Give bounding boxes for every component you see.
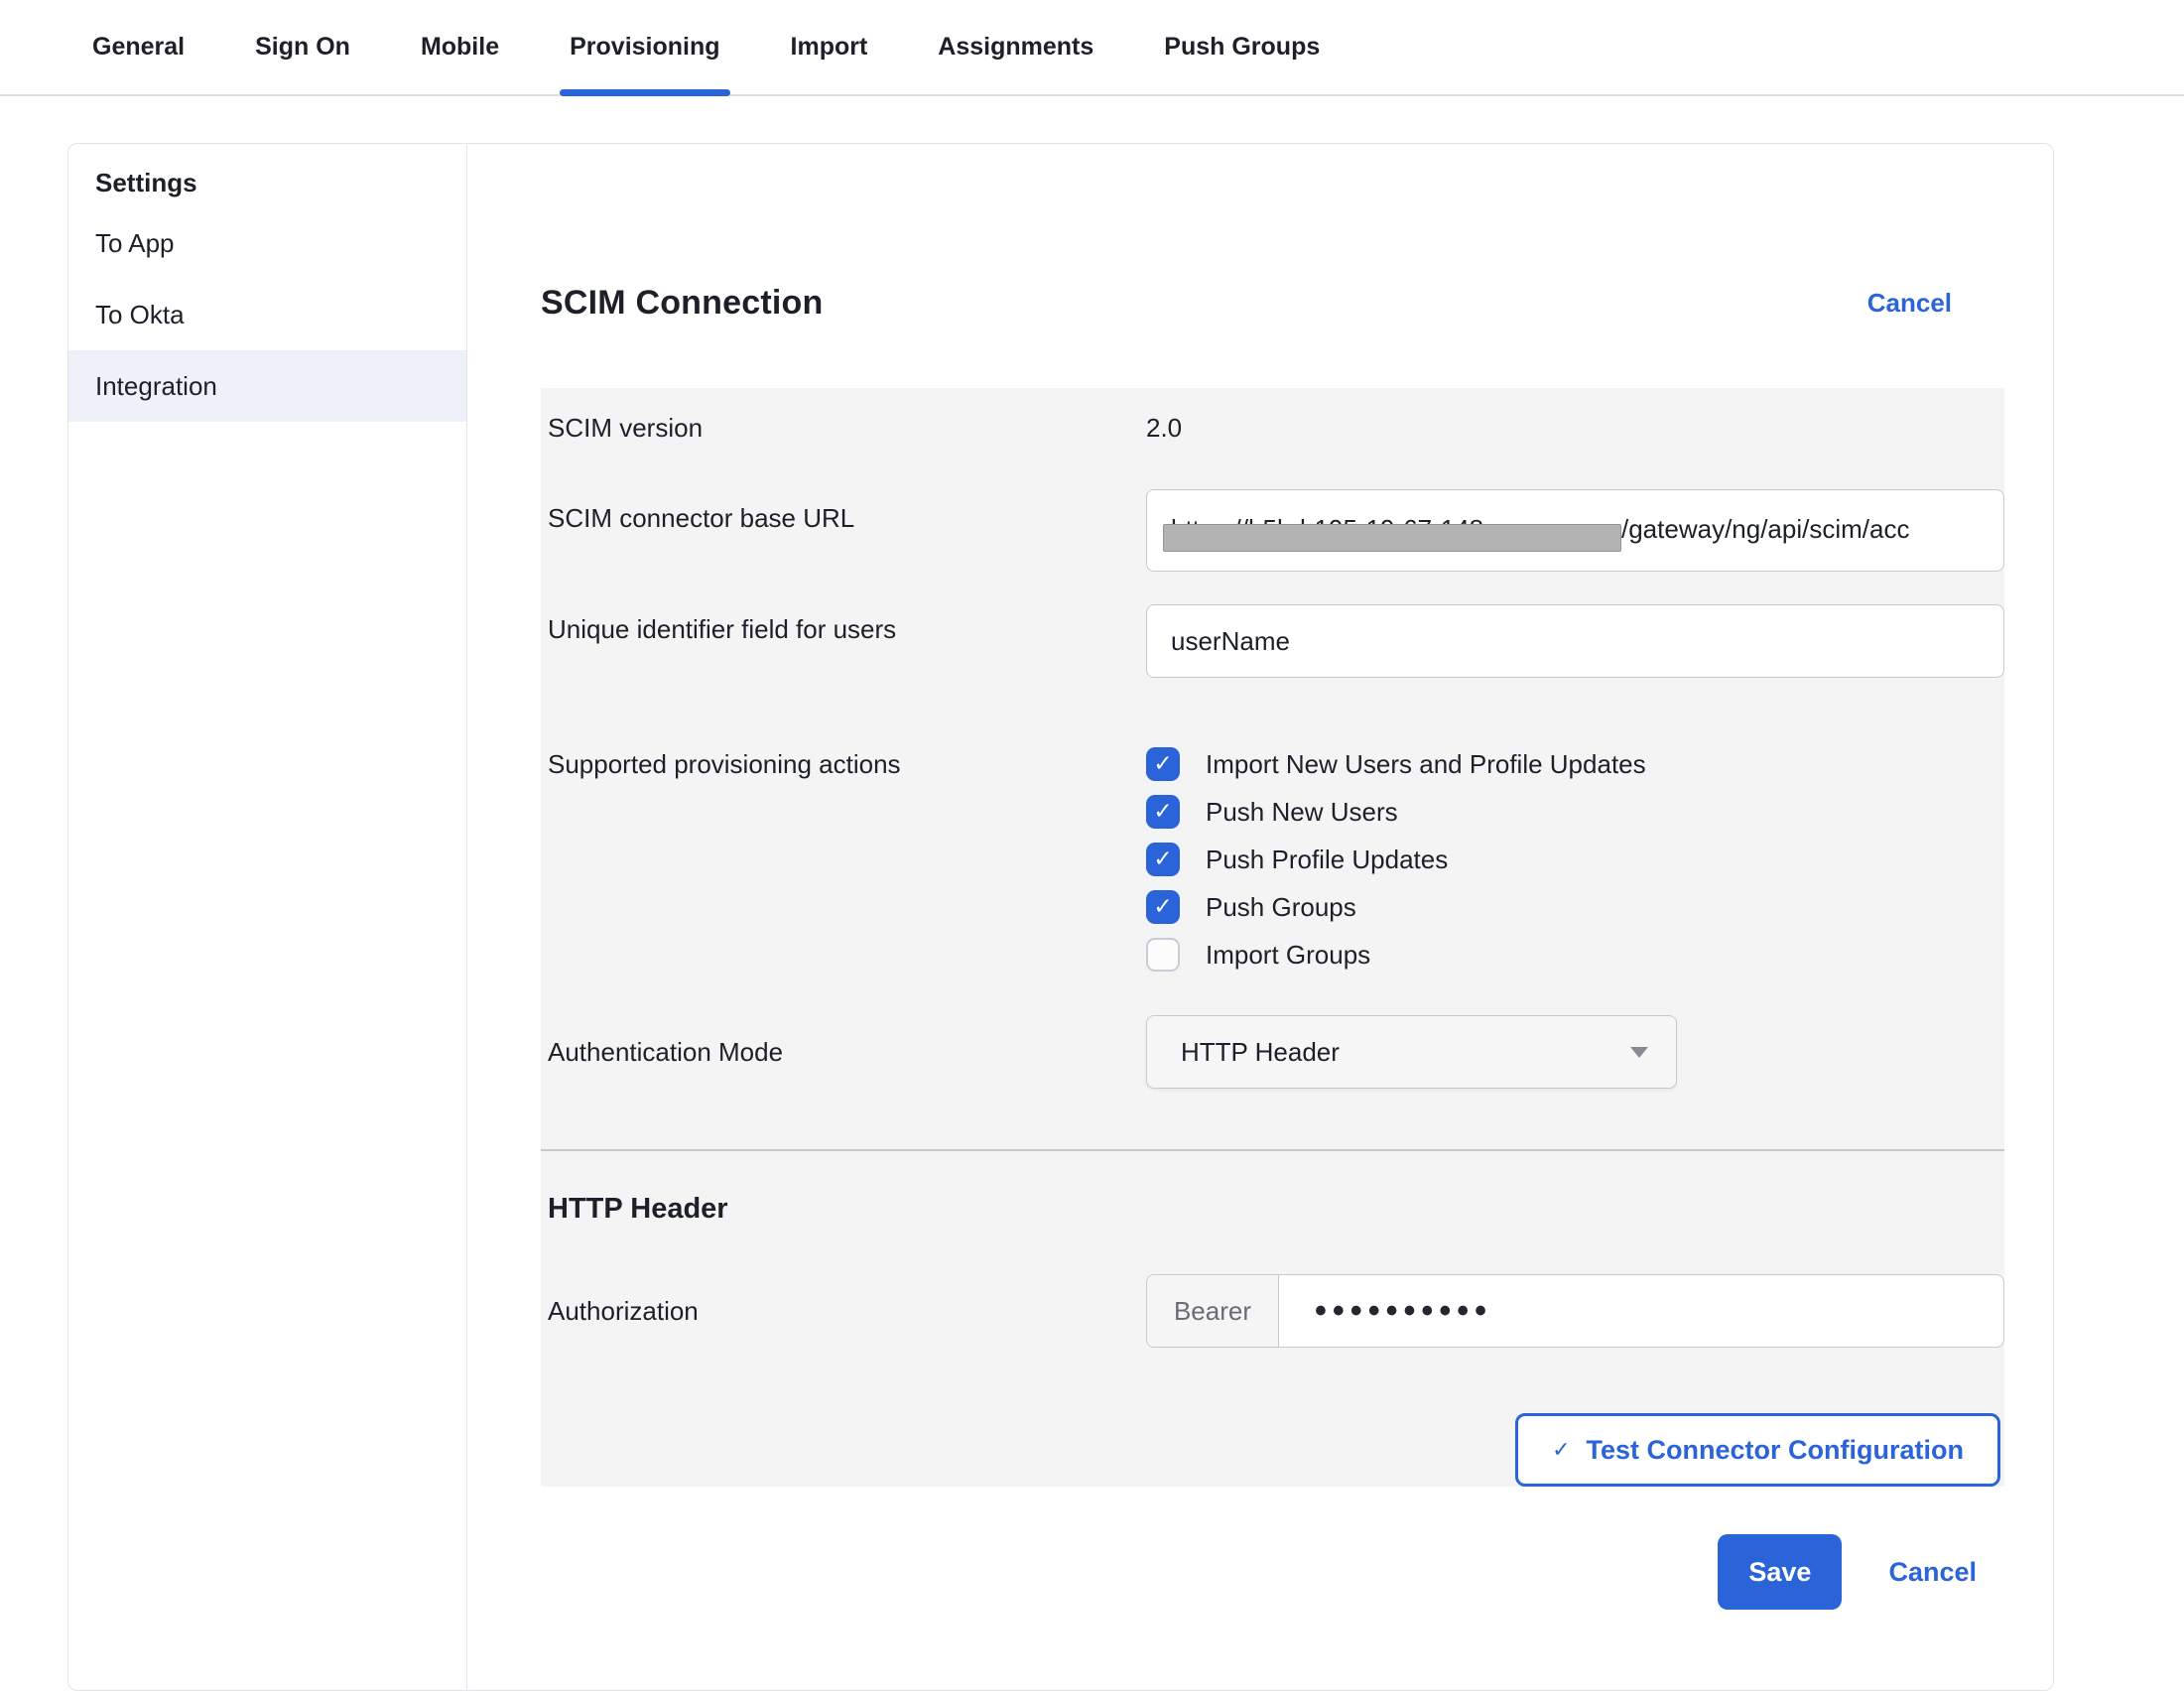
tab-import[interactable]: Import (781, 0, 878, 94)
unique-identifier-row: Unique identifier field for users userNa… (541, 604, 2004, 678)
sidebar-item-to-okta[interactable]: To Okta (68, 279, 466, 350)
checkbox-push-new-users[interactable]: ✓ (1146, 795, 1180, 829)
sidebar-item-to-app[interactable]: To App (68, 207, 466, 279)
scim-settings-panel: SCIM version 2.0 SCIM connector base URL… (541, 388, 2004, 1487)
footer-actions: Save Cancel (541, 1534, 2004, 1610)
authorization-label: Authorization (548, 1294, 1146, 1328)
checkbox-label: Push Groups (1206, 892, 1356, 923)
scim-version-label: SCIM version (548, 411, 1146, 445)
base-url-input[interactable]: https://h5bd-195-19-67-148/gateway/ng/ap… (1146, 489, 2004, 572)
checkbox-row-push-profile-updates: ✓ Push Profile Updates (1146, 836, 2004, 883)
provisioning-actions-list: ✓ Import New Users and Profile Updates ✓ Pu… (1146, 740, 2004, 978)
checkbox-label: Push New Users (1206, 797, 1398, 828)
provisioning-settings-card: Settings To AppTo OktaIntegration SCIM C… (67, 143, 2054, 1691)
tab-sign-on[interactable]: Sign On (245, 0, 360, 94)
test-connector-row: ✓ Test Connector Configuration (541, 1413, 2004, 1487)
authorization-token-input[interactable]: •••••••••• (1279, 1275, 2003, 1347)
unique-identifier-input[interactable]: userName (1146, 604, 2004, 678)
authentication-mode-select[interactable]: HTTP Header (1146, 1015, 1677, 1089)
tab-assignments[interactable]: Assignments (928, 0, 1103, 94)
check-icon: ✓ (1153, 801, 1172, 824)
test-connector-configuration-button[interactable]: ✓ Test Connector Configuration (1515, 1413, 2000, 1487)
checkbox-label: Push Profile Updates (1206, 845, 1448, 875)
cancel-link-bottom[interactable]: Cancel (1888, 1557, 1977, 1588)
checkbox-import-groups[interactable] (1146, 938, 1180, 972)
sidebar-items: To AppTo OktaIntegration (68, 207, 466, 422)
authentication-mode-label: Authentication Mode (548, 1035, 1146, 1069)
checkbox-row-import-groups: Import Groups (1146, 931, 2004, 978)
cancel-link-top[interactable]: Cancel (1867, 288, 1952, 319)
checkbox-label: Import Groups (1206, 940, 1370, 971)
check-icon: ✓ (1153, 753, 1172, 776)
unique-identifier-label: Unique identifier field for users (548, 604, 1146, 646)
main-content: SCIM Connection Cancel SCIM version 2.0 … (467, 144, 2053, 1690)
tab-general[interactable]: General (82, 0, 194, 94)
authorization-input-group: Bearer •••••••••• (1146, 1274, 2004, 1348)
checkbox-push-profile-updates[interactable]: ✓ (1146, 843, 1180, 876)
tab-provisioning[interactable]: Provisioning (560, 0, 729, 94)
checkbox-row-push-new-users: ✓ Push New Users (1146, 788, 2004, 836)
authorization-row: Authorization Bearer •••••••••• (541, 1274, 2004, 1348)
section-divider (541, 1149, 2004, 1151)
provisioning-actions-row: Supported provisioning actions ✓ Import N… (541, 740, 2004, 978)
authentication-mode-row: Authentication Mode HTTP Header (541, 1015, 2004, 1089)
scim-version-value: 2.0 (1146, 413, 2004, 444)
bearer-prefix: Bearer (1147, 1275, 1279, 1347)
authentication-mode-value: HTTP Header (1181, 1037, 1340, 1068)
check-icon: ✓ (1153, 896, 1172, 919)
redaction-bar (1163, 524, 1621, 552)
scim-version-row: SCIM version 2.0 (541, 410, 2004, 446)
checkbox-label: Import New Users and Profile Updates (1206, 749, 1646, 780)
base-url-label: SCIM connector base URL (548, 489, 1146, 535)
main-header: SCIM Connection Cancel (541, 283, 2004, 323)
base-url-row: SCIM connector base URL https://h5bd-195… (541, 489, 2004, 572)
checkbox-row-push-groups: ✓ Push Groups (1146, 883, 2004, 931)
provisioning-actions-label: Supported provisioning actions (548, 740, 1146, 781)
check-icon: ✓ (1552, 1438, 1570, 1463)
tab-push-groups[interactable]: Push Groups (1154, 0, 1330, 94)
dropdown-arrow-icon (1630, 1047, 1648, 1058)
sidebar-title: Settings (68, 158, 466, 207)
settings-sidebar: Settings To AppTo OktaIntegration (68, 144, 467, 1690)
tab-mobile[interactable]: Mobile (411, 0, 509, 94)
sidebar-item-integration[interactable]: Integration (68, 350, 466, 422)
http-header-section-title: HTTP Header (541, 1189, 2004, 1229)
check-icon: ✓ (1153, 848, 1172, 871)
page-title: SCIM Connection (541, 284, 823, 323)
checkbox-push-groups[interactable]: ✓ (1146, 890, 1180, 924)
tab-bar: General Sign On Mobile Provisioning Import As… (0, 0, 2184, 96)
checkbox-row-import-new-users-and-profile-updates: ✓ Import New Users and Profile Updates (1146, 740, 2004, 788)
checkbox-import-new-users-and-profile-updates[interactable]: ✓ (1146, 747, 1180, 781)
save-button[interactable]: Save (1718, 1534, 1842, 1610)
